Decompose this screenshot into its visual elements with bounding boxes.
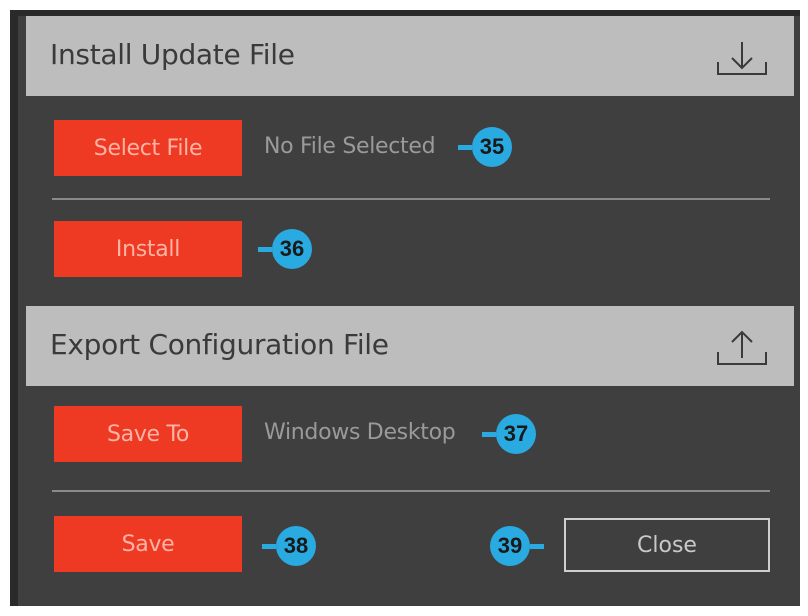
- select-file-button[interactable]: Select File: [54, 120, 242, 176]
- callout-badge-37: 37: [496, 414, 536, 454]
- callout-line: [458, 144, 472, 150]
- callout-line: [482, 431, 496, 437]
- callout-39: 39: [490, 526, 544, 566]
- download-icon: [717, 42, 767, 75]
- install-button[interactable]: Install: [54, 221, 242, 277]
- callout-badge-36: 36: [272, 229, 312, 269]
- divider: [52, 490, 770, 492]
- file-status-text: No File Selected: [264, 134, 436, 159]
- export-config-header: Export Configuration File: [26, 306, 794, 386]
- callout-37: 37: [482, 414, 536, 454]
- install-update-title: Install Update File: [50, 38, 295, 71]
- divider: [52, 198, 770, 200]
- close-button[interactable]: Close: [564, 518, 770, 572]
- callout-line: [530, 543, 544, 549]
- callout-line: [258, 246, 272, 252]
- save-to-button[interactable]: Save To: [54, 406, 242, 462]
- callout-badge-39: 39: [490, 526, 530, 566]
- callout-35: 35: [458, 127, 512, 167]
- upload-icon: [717, 330, 767, 365]
- save-button[interactable]: Save: [54, 516, 242, 572]
- callout-38: 38: [262, 526, 316, 566]
- callout-badge-35: 35: [472, 127, 512, 167]
- export-config-title: Export Configuration File: [50, 328, 389, 361]
- install-update-header: Install Update File: [26, 16, 794, 96]
- callout-line: [262, 543, 276, 549]
- callout-36: 36: [258, 229, 312, 269]
- callout-badge-38: 38: [276, 526, 316, 566]
- destination-text: Windows Desktop: [264, 420, 456, 445]
